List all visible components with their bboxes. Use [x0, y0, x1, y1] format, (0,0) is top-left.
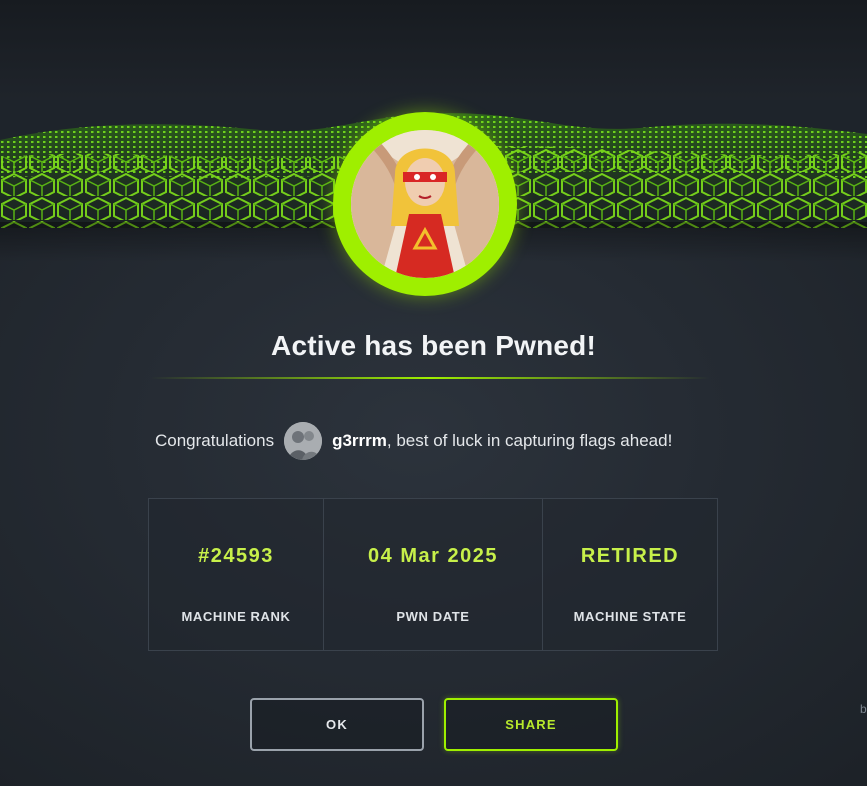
machine-rank-stat: #24593 MACHINE RANK [149, 499, 324, 650]
pwn-date-label: PWN DATE [396, 609, 470, 624]
machine-state-value: RETIRED [580, 545, 680, 567]
congrats-suffix: , best of luck in capturing flags ahead! [386, 431, 673, 450]
congrats-prefix: Congratulations [155, 431, 275, 450]
edge-text: b [860, 702, 867, 716]
machine-rank-label: MACHINE RANK [181, 609, 291, 624]
username-link[interactable]: g3rrrm [332, 431, 387, 451]
stats-panel: #24593 MACHINE RANK 04 Mar 2025 PWN DATE… [148, 498, 718, 651]
top-band [0, 0, 867, 110]
congratulations-message: Congratulations g3rrrm , best of luck in… [155, 421, 672, 461]
page-title: Active has been Pwned! [271, 330, 596, 361]
machine-state-stat: RETIRED MACHINE STATE [543, 499, 717, 650]
machine-rank-value: #24593 [198, 545, 274, 567]
pwned-screen: Active has been Pwned! Congratulations g… [0, 0, 867, 786]
share-button[interactable]: SHARE [444, 698, 618, 751]
title-divider [150, 377, 710, 379]
user-avatar-icon[interactable] [284, 422, 323, 460]
hooded-superhero-avatar-icon [351, 130, 499, 278]
ok-button[interactable]: OK [250, 698, 424, 751]
pwn-date-stat: 04 Mar 2025 PWN DATE [324, 499, 543, 650]
machine-state-label: MACHINE STATE [573, 609, 687, 624]
pwn-date-value: 04 Mar 2025 [368, 545, 498, 567]
